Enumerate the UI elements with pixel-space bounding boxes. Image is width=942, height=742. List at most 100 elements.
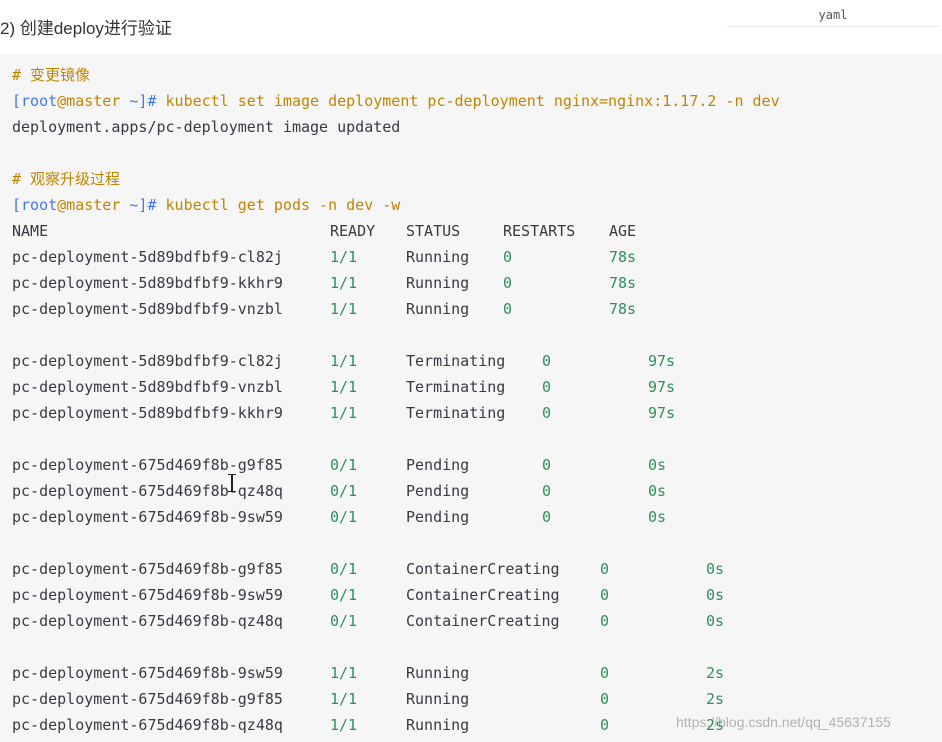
prompt-host: @master	[57, 92, 121, 110]
pod-ready-cell: 1/1	[330, 300, 358, 318]
pod-restarts-cell: 0	[600, 716, 610, 734]
pod-ready-cell: 1/1	[330, 248, 358, 266]
table-row: pc-deployment-675d469f8b-g9f85 1/1 Running…	[12, 686, 912, 712]
pod-restarts-cell: 0	[600, 586, 610, 604]
header-age: AGE	[609, 222, 637, 240]
pod-age-cell: 97s	[648, 378, 676, 396]
pod-status-cell: Running	[406, 664, 470, 682]
pod-name-cell: pc-deployment-5d89bdfbf9-cl82j	[12, 248, 283, 266]
pod-ready-cell: 1/1	[330, 690, 358, 708]
pod-name-cell: pc-deployment-5d89bdfbf9-cl82j	[12, 352, 283, 370]
pod-age-cell: 0s	[648, 456, 667, 474]
pod-restarts-cell: 0	[542, 482, 552, 500]
pod-ready-cell: 1/1	[330, 378, 358, 396]
pod-name-cell: pc-deployment-5d89bdfbf9-vnzbl	[12, 378, 283, 396]
pod-name-cell: pc-deployment-675d469f8b-9sw59	[12, 586, 283, 604]
pod-status-cell: ContainerCreating	[406, 612, 560, 630]
pod-age-cell: 2s	[706, 690, 725, 708]
table-row: pc-deployment-675d469f8b-9sw59 0/1 Contain…	[12, 582, 912, 608]
prompt-tail: ~]#	[120, 196, 157, 214]
pod-restarts-cell: 0	[503, 274, 513, 292]
pod-ready-cell: 0/1	[330, 456, 358, 474]
pod-name-cell: pc-deployment-675d469f8b-9sw59	[12, 508, 283, 526]
prompt-user: [root	[12, 92, 58, 110]
command-line-set-image: [root@master ~]# kubectl set image deplo…	[12, 88, 780, 114]
table-row: pc-deployment-675d469f8b-g9f85 0/1 Pending…	[12, 452, 912, 478]
pod-name-cell: pc-deployment-675d469f8b-g9f85	[12, 560, 283, 578]
prompt-tail: ~]#	[120, 92, 157, 110]
pod-age-cell: 78s	[609, 274, 637, 292]
pod-status-cell: Pending	[406, 482, 470, 500]
prompt-user: [root	[12, 196, 58, 214]
pod-ready-cell: 0/1	[330, 560, 358, 578]
table-row: pc-deployment-5d89bdfbf9-cl82j 1/1 Termina…	[12, 348, 912, 374]
pod-ready-cell: 1/1	[330, 664, 358, 682]
pod-age-cell: 0s	[706, 560, 725, 578]
output-line: deployment.apps/pc-deployment image upda…	[12, 118, 401, 136]
pod-restarts-cell: 0	[600, 560, 610, 578]
pod-status-cell: Running	[406, 690, 470, 708]
watermark: https://blog.csdn.net/qq_45637155	[676, 714, 891, 730]
header-restarts: RESTARTS	[503, 222, 576, 240]
pod-name-cell: pc-deployment-675d469f8b-qz48q	[12, 612, 283, 630]
pod-ready-cell: 1/1	[330, 352, 358, 370]
pod-restarts-cell: 0	[542, 456, 552, 474]
pod-age-cell: 97s	[648, 352, 676, 370]
pod-ready-cell: 0/1	[330, 508, 358, 526]
pod-status-cell: Running	[406, 248, 470, 266]
pod-restarts-cell: 0	[600, 664, 610, 682]
pod-restarts-cell: 0	[600, 690, 610, 708]
pod-status-cell: Running	[406, 274, 470, 292]
pod-restarts-cell: 0	[503, 248, 513, 266]
table-header: NAME READY STATUS RESTARTS AGE	[12, 218, 912, 244]
pod-name-cell: pc-deployment-675d469f8b-qz48q	[12, 482, 283, 500]
table-row: pc-deployment-5d89bdfbf9-kkhr9 1/1 Termina…	[12, 400, 912, 426]
pod-name-cell: pc-deployment-5d89bdfbf9-kkhr9	[12, 274, 283, 292]
pod-name-cell: pc-deployment-675d469f8b-9sw59	[12, 664, 283, 682]
pod-restarts-cell: 0	[600, 612, 610, 630]
pod-restarts-cell: 0	[542, 352, 552, 370]
pod-name-cell: pc-deployment-675d469f8b-g9f85	[12, 456, 283, 474]
comment-change-image: # 变更镜像	[12, 66, 91, 84]
pod-status-cell: Terminating	[406, 378, 506, 396]
pod-name-cell: pc-deployment-5d89bdfbf9-kkhr9	[12, 404, 283, 422]
table-row: pc-deployment-5d89bdfbf9-kkhr9 1/1 Running…	[12, 270, 912, 296]
pod-name-cell: pc-deployment-5d89bdfbf9-vnzbl	[12, 300, 283, 318]
table-row: pc-deployment-675d469f8b-g9f85 0/1 Contain…	[12, 556, 912, 582]
comment-watch-upgrade: # 观察升级过程	[12, 170, 121, 188]
pod-restarts-cell: 0	[542, 508, 552, 526]
command-text: kubectl set image deployment pc-deployme…	[156, 92, 780, 110]
pod-ready-cell: 1/1	[330, 274, 358, 292]
pod-ready-cell: 1/1	[330, 716, 358, 734]
pod-status-cell: ContainerCreating	[406, 586, 560, 604]
table-row: pc-deployment-675d469f8b-9sw59 0/1 Pending…	[12, 504, 912, 530]
pod-restarts-cell: 0	[503, 300, 513, 318]
table-row: pc-deployment-5d89bdfbf9-vnzbl 1/1 Running…	[12, 296, 912, 322]
pod-status-cell: Terminating	[406, 352, 506, 370]
text-cursor-icon	[227, 474, 237, 492]
pod-status-cell: Pending	[406, 508, 470, 526]
section-heading: 2) 创建deploy进行验证	[0, 19, 172, 38]
pod-restarts-cell: 0	[542, 404, 552, 422]
table-row: pc-deployment-675d469f8b-9sw59 1/1 Running…	[12, 660, 912, 686]
command-text: kubectl get pods -n dev -w	[156, 196, 401, 214]
code-language-label: yaml	[727, 4, 939, 27]
header-name: NAME	[12, 222, 49, 240]
pod-status-cell: Pending	[406, 456, 470, 474]
pod-status-cell: Running	[406, 716, 470, 734]
pod-age-cell: 0s	[648, 508, 667, 526]
pod-name-cell: pc-deployment-675d469f8b-g9f85	[12, 690, 283, 708]
pod-age-cell: 0s	[648, 482, 667, 500]
code-block[interactable]: # 变更镜像 [root@master ~]# kubectl set imag…	[0, 54, 942, 742]
pod-age-cell: 2s	[706, 664, 725, 682]
pod-age-cell: 97s	[648, 404, 676, 422]
pod-status-cell: Running	[406, 300, 470, 318]
pod-age-cell: 78s	[609, 248, 637, 266]
pod-ready-cell: 0/1	[330, 586, 358, 604]
pod-name-cell: pc-deployment-675d469f8b-qz48q	[12, 716, 283, 734]
command-line-get-pods: [root@master ~]# kubectl get pods -n dev…	[12, 192, 400, 218]
table-row: pc-deployment-675d469f8b-qz48q 0/1 Pending…	[12, 478, 912, 504]
pod-age-cell: 0s	[706, 612, 725, 630]
pod-ready-cell: 1/1	[330, 404, 358, 422]
pod-ready-cell: 0/1	[330, 482, 358, 500]
